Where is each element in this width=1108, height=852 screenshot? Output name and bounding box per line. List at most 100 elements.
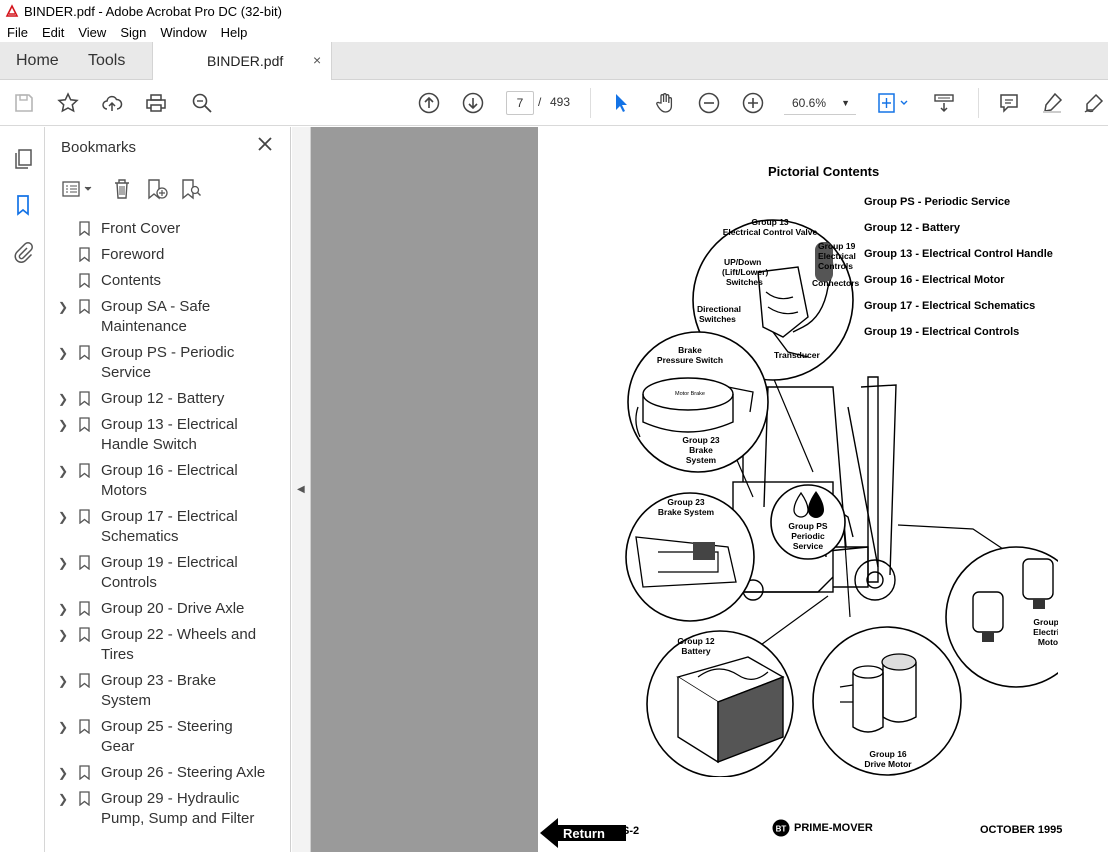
tab-close-icon[interactable]: ×	[313, 52, 321, 68]
bookmark-label: Contents	[101, 272, 162, 289]
toolbar-divider	[978, 88, 979, 118]
panel-collapse-strip[interactable]: ◀	[292, 127, 311, 852]
menu-sign[interactable]: Sign	[113, 25, 153, 40]
bookmark-label: Group PS - Periodic Service	[101, 344, 235, 381]
bookmark-icon	[79, 273, 90, 288]
callout-drive-motor[interactable]: Group 16 Drive Motor	[812, 626, 962, 776]
bookmark-item[interactable]: Front Cover	[46, 219, 274, 239]
zoom-level-value: 60.6%	[792, 96, 827, 110]
chevron-right-icon[interactable]: ❯	[58, 389, 68, 409]
callout-battery[interactable]: Group 12 Battery	[646, 630, 794, 777]
search-zoom-icon[interactable]	[190, 91, 214, 115]
bookmarks-panel: Bookmarks Front Cover Foreword Contents ❯ Gr…	[46, 127, 329, 852]
callout-label: Brake	[678, 345, 702, 355]
menu-edit[interactable]: Edit	[35, 25, 71, 40]
chevron-right-icon[interactable]: ❯	[58, 763, 68, 783]
bookmarks-panel-icon[interactable]	[11, 193, 35, 217]
return-button[interactable]: Return	[538, 817, 628, 849]
fit-page-icon[interactable]	[876, 91, 912, 115]
menu-help[interactable]: Help	[214, 25, 255, 40]
callout-label: Brake	[689, 445, 713, 455]
tab-tools[interactable]: Tools	[88, 52, 125, 70]
chevron-right-icon[interactable]: ❯	[58, 553, 68, 573]
page-thumbnails-icon[interactable]	[11, 147, 35, 171]
chevron-right-icon[interactable]: ❯	[58, 507, 68, 527]
page-number-input[interactable]: 7	[506, 91, 534, 115]
callout-brake-switch[interactable]: Motor Brake Brake Pressure Switch Group …	[627, 331, 769, 473]
chevron-right-icon[interactable]: ❯	[58, 343, 68, 363]
bookmark-item[interactable]: ❯ Group 12 - Battery	[46, 389, 274, 409]
find-bookmark-icon[interactable]	[179, 177, 203, 201]
bookmark-label: Group 13 - Electrical Handle Switch	[101, 416, 238, 453]
bookmark-item[interactable]: ❯ Group 26 - Steering Axle	[46, 763, 274, 783]
bookmark-item[interactable]: ❯ Group 16 - Electrical Motors	[46, 461, 274, 501]
callout-label: (Lift/Lower)	[722, 267, 768, 277]
bookmark-item[interactable]: ❯ Group PS - Periodic Service	[46, 343, 274, 383]
tab-document-label: BINDER.pdf	[207, 53, 284, 69]
delete-bookmark-icon[interactable]	[111, 177, 133, 201]
page-total: 493	[550, 95, 571, 109]
zoom-level-select[interactable]: 60.6% ▼	[784, 91, 856, 115]
bookmark-label: Group 26 - Steering Axle	[101, 764, 266, 781]
menu-view[interactable]: View	[71, 25, 113, 40]
tab-document[interactable]: BINDER.pdf ×	[152, 42, 332, 80]
chevron-right-icon[interactable]: ❯	[58, 625, 68, 645]
callout-label: Group 13	[751, 217, 789, 227]
callout-label: Group PS	[788, 521, 828, 531]
menu-file[interactable]: File	[0, 25, 35, 40]
callout-label: Group 16	[869, 749, 907, 759]
bookmark-item[interactable]: ❯ Group 25 - Steering Gear	[46, 717, 274, 757]
page-label: S-2	[622, 825, 640, 837]
hand-tool-icon[interactable]	[653, 91, 677, 115]
tab-home[interactable]: Home	[16, 52, 59, 70]
callout-periodic-service[interactable]: Group PS Periodic Service	[770, 484, 846, 560]
print-icon[interactable]	[144, 91, 168, 115]
page-separator: /	[538, 95, 542, 109]
chevron-right-icon[interactable]: ❯	[58, 297, 68, 317]
cloud-upload-icon[interactable]	[100, 91, 124, 115]
bookmark-icon	[79, 791, 90, 806]
callout-label: Group 23	[667, 497, 705, 507]
menu-window[interactable]: Window	[153, 25, 213, 40]
callout-electrical-motors[interactable]: Group 16 Electrical Motors	[945, 546, 1058, 688]
sign-icon[interactable]	[1082, 91, 1106, 115]
brand-name: PRIME-MOVER	[794, 822, 873, 834]
forklift-diagram: Group 13 Electrical Control Valve Group …	[625, 217, 1058, 777]
callout-label: Service	[793, 541, 824, 551]
comment-icon[interactable]	[997, 91, 1021, 115]
bookmark-item[interactable]: ❯ Group 20 - Drive Axle	[46, 599, 274, 619]
highlight-pen-icon[interactable]	[1040, 91, 1064, 115]
save-icon[interactable]	[12, 91, 36, 115]
callout-label: Controls	[818, 261, 853, 271]
bookmark-item[interactable]: ❯ Group SA - Safe Maintenance	[46, 297, 274, 337]
chevron-right-icon[interactable]: ❯	[58, 461, 68, 481]
callout-label: Directional	[697, 304, 741, 314]
bookmark-item[interactable]: ❯ Group 17 - Electrical Schematics	[46, 507, 274, 547]
bookmark-item[interactable]: ❯ Group 19 - Electrical Controls	[46, 553, 274, 593]
scroll-mode-icon[interactable]	[932, 91, 956, 115]
chevron-right-icon[interactable]: ❯	[58, 789, 68, 809]
new-bookmark-icon[interactable]	[145, 177, 169, 201]
bookmark-item[interactable]: ❯ Group 13 - Electrical Handle Switch	[46, 415, 274, 455]
bookmark-item[interactable]: Contents	[46, 271, 274, 291]
zoom-in-icon[interactable]	[741, 91, 765, 115]
bookmark-item[interactable]: ❯ Group 29 - Hydraulic Pump, Sump and Fil…	[46, 789, 274, 829]
attachments-icon[interactable]	[11, 241, 35, 265]
collapse-panel-icon[interactable]: ◀	[297, 484, 305, 495]
chevron-right-icon[interactable]: ❯	[58, 717, 68, 737]
close-icon[interactable]	[256, 135, 274, 153]
chevron-right-icon[interactable]: ❯	[58, 599, 68, 619]
star-icon[interactable]	[56, 91, 80, 115]
chevron-right-icon[interactable]: ❯	[58, 671, 68, 691]
bookmark-item[interactable]: ❯ Group 23 - Brake System	[46, 671, 274, 711]
chevron-right-icon[interactable]: ❯	[58, 415, 68, 435]
prev-page-icon[interactable]	[417, 91, 441, 115]
bookmark-icon	[79, 247, 90, 262]
bookmark-item[interactable]: Foreword	[46, 245, 274, 265]
zoom-out-icon[interactable]	[697, 91, 721, 115]
select-cursor-icon[interactable]	[608, 91, 632, 115]
bookmark-item[interactable]: ❯ Group 22 - Wheels and Tires	[46, 625, 274, 665]
bookmark-options-icon[interactable]	[61, 177, 97, 201]
next-page-icon[interactable]	[461, 91, 485, 115]
callout-brake-system[interactable]: Group 23 Brake System	[625, 492, 755, 622]
